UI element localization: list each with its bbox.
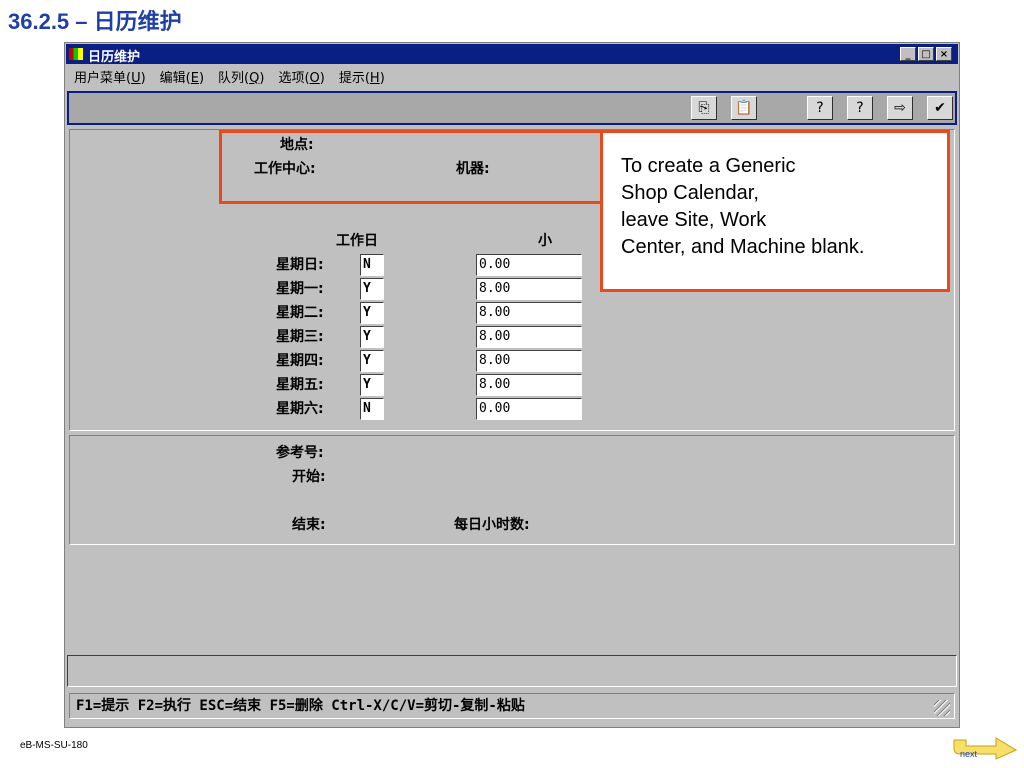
tuesday-workday-field[interactable]: Y xyxy=(360,302,384,324)
callout-line: Shop Calendar, xyxy=(621,182,759,204)
menu-bar: 用户菜单(U) 编辑(E) 队列(Q) 选项(O) 提示(H) xyxy=(66,65,958,87)
close-button[interactable]: × xyxy=(936,47,952,61)
empty-area xyxy=(69,551,955,655)
menu-user[interactable]: 用户菜单(U) xyxy=(74,67,146,86)
instruction-callout: To create a Generic Shop Calendar, leave… xyxy=(600,130,950,292)
slide-code: eB-MS-SU-180 xyxy=(20,740,88,751)
reference-label: 参考号: xyxy=(276,445,324,461)
friday-label: 星期五: xyxy=(276,377,324,393)
slide-title: 36.2.5 – 日历维护 xyxy=(8,9,182,34)
monday-label: 星期一: xyxy=(276,281,324,297)
toolbar: ⎘ 📋 ? ? ⇨ ✔ xyxy=(67,91,957,125)
thursday-hours-field[interactable]: 8.00 xyxy=(476,350,582,372)
paste-icon[interactable]: 📋 xyxy=(731,96,757,120)
wednesday-workday-field[interactable]: Y xyxy=(360,326,384,348)
thursday-label: 星期四: xyxy=(276,353,324,369)
go-icon[interactable]: ⇨ xyxy=(887,96,913,120)
workday-header: 工作日 xyxy=(336,233,378,249)
lookup-icon[interactable]: ? xyxy=(847,96,873,120)
start-label: 开始: xyxy=(292,469,326,485)
next-icon[interactable]: ✔ xyxy=(927,96,953,120)
daily-hours-label: 每日小时数: xyxy=(454,517,530,533)
resize-grip-icon[interactable] xyxy=(934,700,950,716)
menu-help[interactable]: 提示(H) xyxy=(339,67,385,86)
minimize-button[interactable]: _ xyxy=(900,47,916,61)
wednesday-hours-field[interactable]: 8.00 xyxy=(476,326,582,348)
sunday-workday-field[interactable]: N xyxy=(360,254,384,276)
menu-queue[interactable]: 队列(Q) xyxy=(218,67,264,86)
saturday-workday-field[interactable]: N xyxy=(360,398,384,420)
copy-icon[interactable]: ⎘ xyxy=(691,96,717,120)
title-bar: 日历维护 _ □ × xyxy=(66,44,958,65)
sunday-label: 星期日: xyxy=(276,257,324,273)
wednesday-label: 星期三: xyxy=(276,329,324,345)
highlight-box xyxy=(219,130,603,204)
end-label: 结束: xyxy=(292,517,326,533)
friday-workday-field[interactable]: Y xyxy=(360,374,384,396)
reference-panel: 参考号: 开始: 结束: 每日小时数: xyxy=(69,435,955,545)
saturday-hours-field[interactable]: 0.00 xyxy=(476,398,582,420)
function-key-bar: F1=提示 F2=执行 ESC=结束 F5=删除 Ctrl-X/C/V=剪切-复… xyxy=(69,693,955,719)
help-icon[interactable]: ? xyxy=(807,96,833,120)
monday-workday-field[interactable]: Y xyxy=(360,278,384,300)
app-icon xyxy=(69,48,83,60)
menu-options[interactable]: 选项(O) xyxy=(278,67,324,86)
window-title: 日历维护 xyxy=(88,50,141,65)
callout-line: Center, and Machine blank. xyxy=(621,236,865,258)
message-bar xyxy=(67,655,957,687)
friday-hours-field[interactable]: 8.00 xyxy=(476,374,582,396)
tuesday-hours-field[interactable]: 8.00 xyxy=(476,302,582,324)
next-arrow-icon[interactable]: next xyxy=(952,732,1020,760)
saturday-label: 星期六: xyxy=(276,401,324,417)
tuesday-label: 星期二: xyxy=(276,305,324,321)
maximize-button[interactable]: □ xyxy=(918,47,934,61)
next-label: next xyxy=(960,749,978,759)
monday-hours-field[interactable]: 8.00 xyxy=(476,278,582,300)
menu-edit[interactable]: 编辑(E) xyxy=(160,67,204,86)
callout-line: To create a Generic xyxy=(621,155,796,177)
thursday-workday-field[interactable]: Y xyxy=(360,350,384,372)
callout-line: leave Site, Work xyxy=(621,209,767,231)
hours-header: 小 xyxy=(538,233,552,249)
function-key-hints: F1=提示 F2=执行 ESC=结束 F5=删除 Ctrl-X/C/V=剪切-复… xyxy=(76,698,525,714)
sunday-hours-field[interactable]: 0.00 xyxy=(476,254,582,276)
